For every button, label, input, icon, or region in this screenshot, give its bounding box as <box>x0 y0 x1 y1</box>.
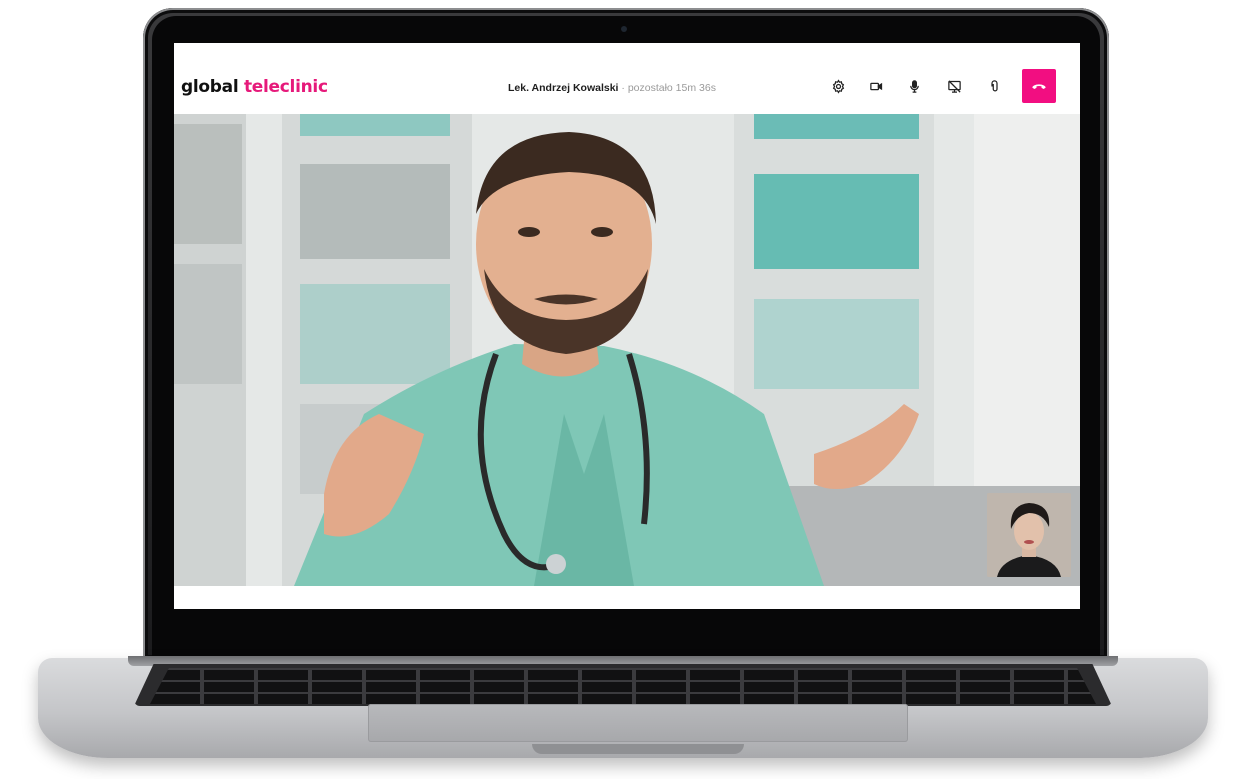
screen-share-button[interactable] <box>943 75 965 97</box>
remote-video <box>174 114 1080 586</box>
self-view-feed <box>987 493 1071 577</box>
app-screen: global teleclinic Lek. Andrzej Kowalski … <box>174 43 1080 609</box>
app-logo: global teleclinic <box>181 77 328 97</box>
screen-share-off-icon <box>947 79 961 93</box>
microphone-icon <box>909 79 919 93</box>
keyboard <box>150 668 1096 704</box>
end-call-button[interactable] <box>1022 69 1056 103</box>
self-view-video[interactable] <box>987 493 1071 577</box>
gear-icon <box>832 78 844 94</box>
time-remaining: · pozostało 15m 36s <box>621 82 716 94</box>
video-camera-icon <box>869 82 882 90</box>
paperclip-icon <box>990 79 998 91</box>
camera-button[interactable] <box>865 75 887 97</box>
remote-video-feed <box>174 114 1080 586</box>
lid-notch <box>532 744 744 754</box>
session-info: Lek. Andrzej Kowalski · pozostało 15m 36… <box>508 82 716 94</box>
webcam <box>621 26 627 32</box>
settings-button[interactable] <box>827 75 849 97</box>
phone-hangup-icon <box>1032 84 1046 89</box>
trackpad <box>368 704 908 742</box>
microphone-button[interactable] <box>903 75 925 97</box>
doctor-name: Lek. Andrzej Kowalski <box>508 82 619 94</box>
attachment-button[interactable] <box>983 75 1005 97</box>
logo-global: global <box>181 77 239 97</box>
bottom-bar <box>174 586 1080 609</box>
top-bar: global teleclinic Lek. Andrzej Kowalski … <box>174 43 1080 114</box>
logo-teleclinic: teleclinic <box>243 77 328 97</box>
